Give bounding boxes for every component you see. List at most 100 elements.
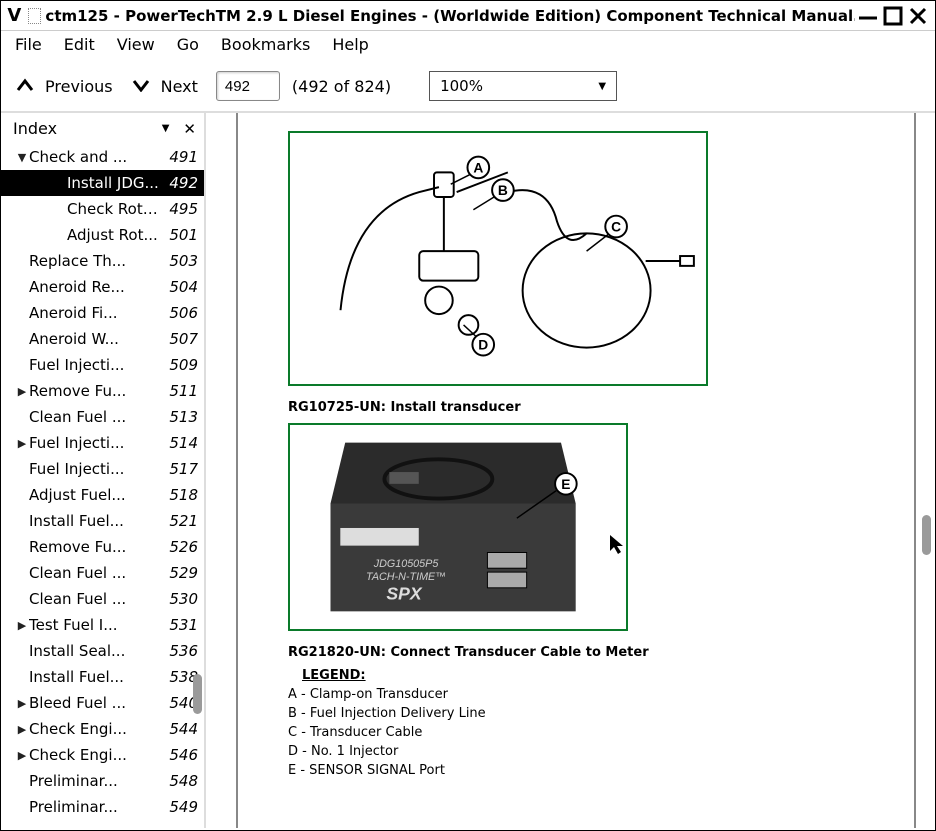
outline-label: Aneroid W... — [29, 330, 160, 348]
outline-item[interactable]: Aneroid Re...504 — [1, 274, 204, 300]
figure-connect-cable: JDG10505P5 TACH-N-TIME™ SPX E — [288, 423, 628, 631]
svg-text:E: E — [561, 477, 570, 492]
mouse-cursor-icon — [610, 535, 626, 560]
sidebar-close-icon[interactable]: ✕ — [183, 120, 196, 138]
outline-label: Bleed Fuel ... — [29, 694, 160, 712]
outline-label: Clean Fuel ... — [29, 590, 160, 608]
chevron-right-icon[interactable]: ▶ — [1, 723, 29, 736]
outline-item[interactable]: Preliminar...549 — [1, 794, 204, 820]
outline-item[interactable]: ▶Test Fuel I...531 — [1, 612, 204, 638]
outline-label: Fuel Injecti... — [29, 434, 160, 452]
outline-label: Check and ... — [29, 148, 160, 166]
close-button[interactable] — [906, 5, 931, 27]
outline-item[interactable]: Install Fuel...538 — [1, 664, 204, 690]
outline-item[interactable]: Clean Fuel ...529 — [1, 560, 204, 586]
outline-item[interactable]: Install JDG...492 — [1, 170, 204, 196]
chevron-right-icon[interactable]: ▶ — [1, 749, 29, 762]
document-view[interactable]: A B C D RG10725-UN: Install transducer — [206, 113, 935, 828]
page-input[interactable] — [216, 71, 280, 101]
outline-label: Fuel Injecti... — [29, 356, 160, 374]
maximize-button[interactable] — [880, 5, 905, 27]
outline-item[interactable]: Preliminar...548 — [1, 768, 204, 794]
outline-item[interactable]: Clean Fuel ...530 — [1, 586, 204, 612]
outline-label: Remove Fu... — [29, 538, 160, 556]
outline-label: Install Fuel... — [29, 668, 160, 686]
outline-item[interactable]: Fuel Injecti...517 — [1, 456, 204, 482]
outline-item[interactable]: Adjust Fuel...518 — [1, 482, 204, 508]
figure2-caption: RG21820-UN: Connect Transducer Cable to … — [288, 645, 864, 660]
menu-bookmarks[interactable]: Bookmarks — [221, 35, 310, 54]
outline-item[interactable]: ▶Remove Fu...511 — [1, 378, 204, 404]
main: Index ▼ ✕ ▼Check and ...491Install JDG..… — [1, 113, 935, 828]
outline-label: Install JDG... — [67, 174, 160, 192]
menu-go[interactable]: Go — [177, 35, 199, 54]
chevron-right-icon[interactable]: ▶ — [1, 697, 29, 710]
outline-tree[interactable]: ▼Check and ...491Install JDG...492Check … — [1, 144, 204, 828]
figure-install-transducer: A B C D — [288, 131, 708, 386]
outline-label: Fuel Injecti... — [29, 460, 160, 478]
svg-text:TACH-N-TIME™: TACH-N-TIME™ — [366, 571, 446, 583]
sidebar-title: Index — [13, 119, 162, 138]
menu-view[interactable]: View — [117, 35, 155, 54]
menu-file[interactable]: File — [15, 35, 42, 54]
legend-item: C - Transducer Cable — [288, 725, 864, 740]
outline-label: Install Fuel... — [29, 512, 160, 530]
outline-label: Replace Th... — [29, 252, 160, 270]
sidebar-scrollbar[interactable] — [190, 144, 204, 828]
svg-text:SPX: SPX — [386, 584, 423, 604]
legend-item: D - No. 1 Injector — [288, 744, 864, 759]
outline-item[interactable]: Check Rota...495 — [1, 196, 204, 222]
outline-item[interactable]: ▶Fuel Injecti...514 — [1, 430, 204, 456]
outline-label: Clean Fuel ... — [29, 408, 160, 426]
next-icon[interactable] — [131, 76, 151, 97]
outline-item[interactable]: Install Fuel...521 — [1, 508, 204, 534]
zoom-select[interactable]: 100% ▼ — [429, 71, 617, 101]
app-icon: V — [5, 5, 24, 27]
outline-label: Test Fuel I... — [29, 616, 160, 634]
outline-item[interactable]: Adjust Rot...501 — [1, 222, 204, 248]
outline-item[interactable]: Replace Th...503 — [1, 248, 204, 274]
outline-item[interactable]: Aneroid Fi...506 — [1, 300, 204, 326]
chevron-right-icon[interactable]: ▶ — [1, 385, 29, 398]
menu-help[interactable]: Help — [332, 35, 368, 54]
outline-label: Aneroid Fi... — [29, 304, 160, 322]
chevron-down-icon[interactable]: ▼ — [1, 151, 29, 164]
document-scrollbar[interactable] — [919, 113, 933, 828]
legend-item: E - SENSOR SIGNAL Port — [288, 763, 864, 778]
outline-item[interactable]: ▶Check Engi...546 — [1, 742, 204, 768]
next-button[interactable]: Next — [161, 77, 198, 96]
outline-item[interactable]: ▶Check Engi...544 — [1, 716, 204, 742]
outline-item[interactable]: Fuel Injecti...509 — [1, 352, 204, 378]
svg-text:B: B — [498, 183, 508, 198]
outline-label: Check Rota... — [67, 200, 160, 218]
minimize-button[interactable] — [855, 5, 880, 27]
svg-text:A: A — [473, 160, 483, 175]
sidebar-dropdown-icon[interactable]: ▼ — [162, 123, 170, 134]
outline-item[interactable]: ▶Bleed Fuel ...540 — [1, 690, 204, 716]
zoom-value: 100% — [440, 77, 483, 95]
page-count: (492 of 824) — [292, 77, 391, 96]
document-scroll-thumb[interactable] — [922, 515, 931, 555]
outline-item[interactable]: Install Seal...536 — [1, 638, 204, 664]
figure1-caption: RG10725-UN: Install transducer — [288, 400, 864, 415]
outline-label: Check Engi... — [29, 720, 160, 738]
outline-label: Adjust Fuel... — [29, 486, 160, 504]
legend-item: A - Clamp-on Transducer — [288, 687, 864, 702]
sidebar-scroll-thumb[interactable] — [193, 674, 202, 714]
outline-item[interactable]: ▼Check and ...491 — [1, 144, 204, 170]
sidebar-header: Index ▼ ✕ — [1, 113, 204, 144]
document-icon — [28, 8, 42, 24]
outline-item[interactable]: Aneroid W...507 — [1, 326, 204, 352]
legend-heading: LEGEND: — [302, 668, 864, 683]
chevron-right-icon[interactable]: ▶ — [1, 619, 29, 632]
svg-text:D: D — [478, 338, 488, 353]
outline-label: Check Engi... — [29, 746, 160, 764]
outline-item[interactable]: Clean Fuel ...513 — [1, 404, 204, 430]
menu-edit[interactable]: Edit — [64, 35, 95, 54]
chevron-right-icon[interactable]: ▶ — [1, 437, 29, 450]
previous-button[interactable]: Previous — [45, 77, 113, 96]
outline-label: Remove Fu... — [29, 382, 160, 400]
outline-item[interactable]: Remove Fu...526 — [1, 534, 204, 560]
previous-icon[interactable] — [15, 76, 35, 97]
menubar: File Edit View Go Bookmarks Help — [1, 31, 935, 61]
